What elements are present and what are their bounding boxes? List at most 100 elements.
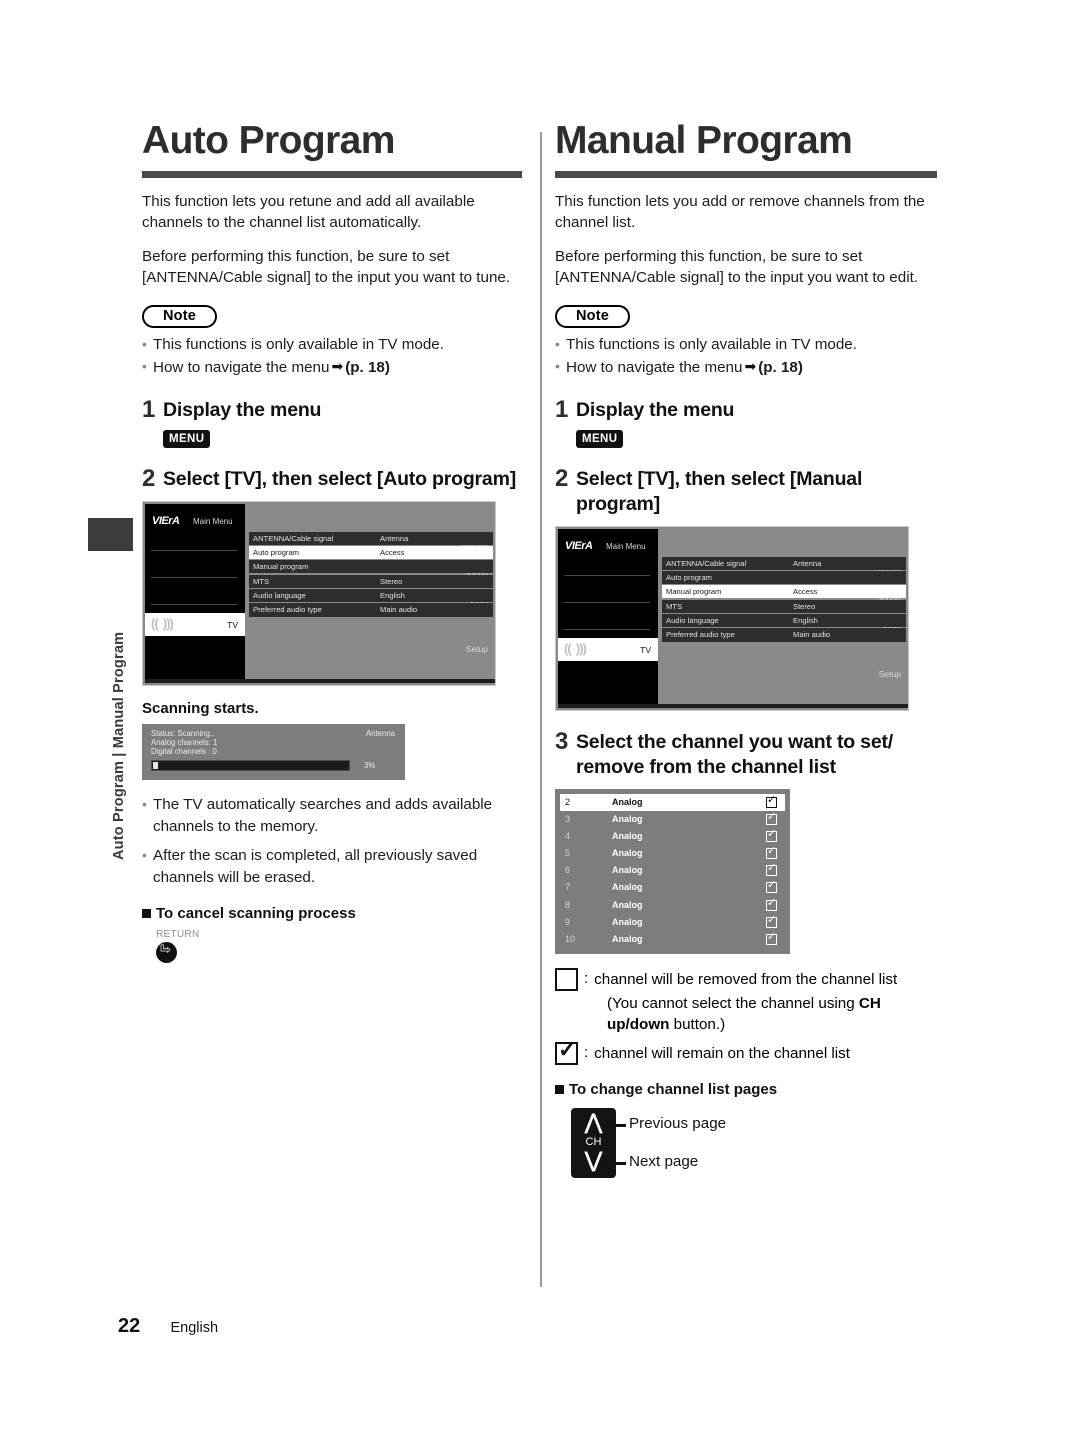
tv-nav-setup[interactable]: Setup: [466, 644, 488, 654]
nav-separator: [564, 601, 650, 603]
channel-list-screenshot: 2 Analog 3 Analog 4 Analog 5 Analog 6: [555, 788, 790, 955]
channel-number: 3: [565, 813, 571, 824]
bullet-item: After the scan is completed, all previou…: [142, 844, 532, 889]
step-title: Select the channel you want to set/ remo…: [576, 730, 893, 778]
scanning-heading: Scanning starts.: [142, 699, 259, 717]
tv-menu-left-pane: [145, 503, 245, 681]
tv-nav-setup[interactable]: Setup: [879, 669, 901, 679]
viera-logo: VIErA: [565, 539, 593, 552]
channel-checkbox[interactable]: [766, 845, 777, 860]
antenna-waves-icon: (( ))): [564, 640, 587, 656]
chevron-up-icon[interactable]: ⋀: [571, 1112, 616, 1133]
tv-menu-row[interactable]: Auto program: [662, 570, 906, 585]
channel-type: Analog: [612, 848, 643, 859]
scanning-progress-screenshot: Status: Scanning.. Analog channels: 1 Di…: [142, 723, 405, 780]
tv-menu-row[interactable]: ANTENNA/Cable signal Antenna: [662, 556, 906, 570]
step-title: Select [TV], then select [Manual program…: [576, 467, 863, 515]
channel-checkbox[interactable]: [766, 862, 777, 877]
channel-checkbox[interactable]: [766, 914, 777, 928]
bullet-item: The TV automatically searches and adds a…: [142, 793, 532, 838]
tv-nav-tv-selected[interactable]: (( ))) TV: [558, 637, 658, 661]
intro-paragraph-2: Before performing this function, be sure…: [142, 248, 511, 286]
side-tab-marker: [88, 518, 133, 551]
step-3: 3 Select the channel you want to set/ re…: [555, 729, 945, 780]
channel-row[interactable]: 8 Analog: [560, 897, 785, 914]
step-1: 1 Display the menu: [555, 398, 945, 423]
channel-checkbox[interactable]: [766, 794, 777, 808]
note-reference: (p. 18): [345, 359, 390, 376]
arrow-right-icon: ➡: [331, 358, 344, 374]
language-label: English: [170, 1320, 219, 1336]
channel-checkbox[interactable]: [766, 897, 777, 911]
channel-row[interactable]: 6 Analog: [560, 862, 785, 879]
step-2: 2 Select [TV], then select [Manual progr…: [555, 466, 945, 517]
column-divider: [540, 132, 542, 1287]
legend-sub-a: (You cannot select the channel using: [607, 995, 859, 1013]
menu-key-button[interactable]: MENU: [163, 430, 211, 448]
return-arrow-icon[interactable]: [156, 941, 177, 963]
cancel-scanning-heading: To cancel scanning process: [142, 905, 532, 922]
nav-separator: [151, 549, 237, 551]
step-number: 1: [555, 396, 569, 423]
tv-menu-row[interactable]: Manual program: [249, 560, 493, 574]
scan-status-line: Status: Scanning..: [151, 728, 215, 738]
tv-main-menu-label: Main Menu: [193, 516, 233, 526]
channel-row[interactable]: 7 Analog: [560, 879, 785, 896]
row-label: Preferred audio type: [666, 630, 735, 640]
title-rule: [555, 171, 937, 178]
channel-number: 7: [565, 882, 571, 893]
tv-nav-tv-label: TV: [640, 644, 651, 655]
tv-menu-row[interactable]: Preferred audio type Main audio: [249, 603, 493, 617]
channel-row[interactable]: 10 Analog: [560, 931, 785, 948]
menu-key-button[interactable]: MENU: [576, 430, 624, 448]
intro-paragraph-1: This function lets you retune and add al…: [142, 193, 475, 231]
channel-checkbox[interactable]: [766, 931, 777, 945]
channel-checkbox[interactable]: [766, 828, 777, 842]
nav-separator: [151, 576, 237, 578]
channel-type: Analog: [612, 916, 643, 927]
row-label: MTS: [666, 601, 683, 611]
legend-checked-row: : channel will remain on the channel lis…: [555, 1037, 945, 1066]
legend-unchecked-subtext: (You cannot select the channel using CH …: [607, 993, 945, 1035]
legend-unchecked-text: channel will be removed from the channel…: [594, 971, 898, 989]
row-label: ANTENNA/Cable signal: [666, 558, 747, 568]
scan-analog-line: Analog channels: 1: [151, 737, 218, 747]
row-label: Preferred audio type: [253, 605, 322, 615]
channel-row[interactable]: 3 Analog: [560, 811, 785, 828]
chevron-down-icon[interactable]: ⋁: [571, 1150, 616, 1171]
note-text: How to navigate the menu: [566, 359, 743, 376]
tv-main-menu-label: Main Menu: [606, 541, 646, 551]
tv-menu-row[interactable]: Audio language English: [662, 614, 906, 628]
scan-progress-percent: 3%: [364, 760, 376, 770]
channel-row[interactable]: 9 Analog: [560, 914, 785, 931]
side-tab-label: Auto Program | Manual Program: [111, 631, 127, 860]
channel-row[interactable]: 5 Analog: [560, 845, 785, 862]
step-title: Select [TV], then select [Auto program]: [163, 467, 516, 490]
tv-menu-row-selected[interactable]: Manual program Access: [662, 585, 906, 599]
step-title: Display the menu: [163, 399, 322, 421]
row-value: Antenna: [793, 558, 822, 568]
channel-row[interactable]: 4 Analog: [560, 828, 785, 845]
tv-menu-row[interactable]: ANTENNA/Cable signal Antenna: [249, 531, 493, 545]
tv-menu-row[interactable]: Audio language English: [249, 589, 493, 603]
tv-menu-row[interactable]: MTS Stereo: [249, 574, 493, 588]
ch-rocker-button[interactable]: ⋀ CH ⋁: [571, 1108, 616, 1179]
tv-menu-row-selected[interactable]: Auto program Access: [249, 545, 493, 560]
channel-type: Analog: [612, 813, 643, 824]
tv-menu-row[interactable]: MTS Stereo: [662, 599, 906, 613]
note-badge: Note: [555, 305, 631, 328]
right-column: Manual Program This function lets you ad…: [555, 118, 945, 1182]
channel-checkbox[interactable]: [766, 811, 777, 825]
tv-menu-row[interactable]: Preferred audio type Main audio: [662, 628, 906, 642]
tv-nav-tv-label: TV: [227, 619, 238, 630]
checkbox-legend: : channel will be removed from the chann…: [555, 967, 945, 1066]
channel-row-selected[interactable]: 2 Analog: [560, 793, 785, 811]
step-number: 2: [142, 464, 156, 492]
return-key-group: RETURN: [156, 929, 532, 963]
channel-checkbox[interactable]: [766, 879, 777, 894]
tv-nav-tv-selected[interactable]: (( ))) TV: [145, 612, 245, 636]
nav-separator: [564, 574, 650, 576]
change-pages-heading: To change channel list pages: [555, 1081, 945, 1098]
nav-separator: [151, 603, 237, 605]
tv-menu-bottom-bar: [558, 703, 908, 708]
